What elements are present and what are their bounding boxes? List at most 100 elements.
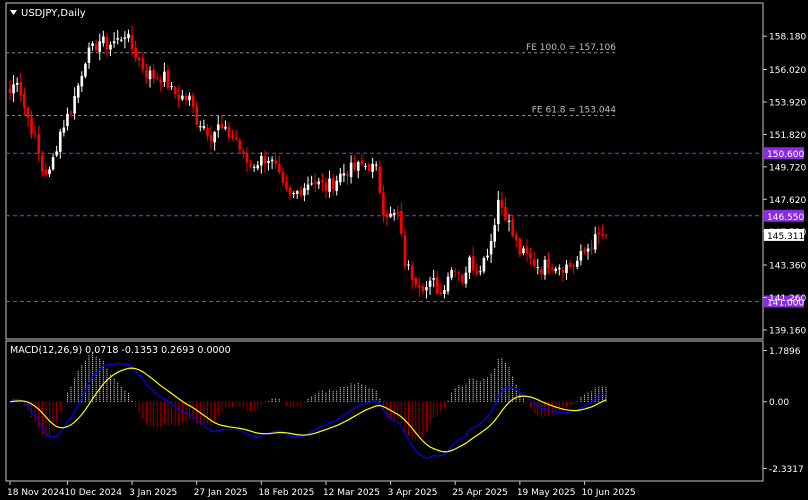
candle-body [321,179,324,183]
candle-body [461,275,464,283]
candle-body [267,161,270,164]
candle-body [152,69,155,79]
price-tick-label: 147.620 [769,196,806,206]
candle-body [137,57,141,60]
candle-body [15,82,19,85]
candle-body [163,71,166,82]
current-price-label: 145.311 [767,232,804,242]
candle-body [245,153,249,163]
candle-body [69,112,73,114]
candle-body [281,172,285,183]
candle-body [342,173,346,176]
trading-chart[interactable]: FE 100.0 = 157.106 FE 61.8 = 153.044 150.… [0,0,808,500]
candle-body [51,157,55,170]
candle-body [66,113,69,127]
time-tick-label: 27 Jan 2025 [194,488,248,498]
time-tick-label: 12 Mar 2025 [323,488,380,498]
candle-body [392,213,396,216]
time-tick-label: 18 Feb 2025 [258,488,314,498]
candle-body [339,173,342,183]
candle-body [242,151,245,154]
candle-body [317,181,321,185]
price-tick-label: 151.820 [769,131,806,141]
candle-body [601,233,604,236]
candle-body [105,37,109,50]
candle-body [396,212,400,214]
candle-body [252,166,256,168]
candle-body [166,70,170,89]
candle-body [84,63,87,77]
candle-body [231,135,234,139]
candle-body [80,75,84,87]
candle-body [489,241,493,255]
candle-body [356,161,360,171]
candle-body [335,180,339,192]
candle-body [213,132,216,143]
candle-body [364,166,367,168]
candle-body [202,126,206,129]
candle-body [565,264,568,274]
candle-body [184,95,188,100]
candle-body [493,225,496,242]
candle-body [55,151,58,156]
time-tick-label: 3 Apr 2025 [388,488,438,498]
candle-body [303,188,306,196]
candle-body [130,35,134,49]
price-tick-label: 143.360 [769,262,806,272]
candle-body [238,140,242,150]
candle-body [62,127,66,133]
candle-body [76,85,80,98]
candle-body [597,232,601,235]
candle-body [328,178,331,192]
price-tick-label: 153.920 [769,98,806,108]
candle-body [19,81,23,96]
candle-body [331,178,335,190]
level-price-label: 146.550 [767,213,804,223]
candle-body [141,58,145,70]
candle-body [410,265,414,280]
time-tick-label: 19 May 2025 [517,488,576,498]
candle-body [371,163,374,172]
candle-body [30,117,33,135]
candle-body [26,107,30,118]
candle-body [579,251,583,261]
candle [518,236,522,258]
candle-body [191,95,195,108]
candle-body [353,163,356,170]
candle-body [260,156,263,166]
candle-body [568,263,572,267]
symbol-title: USDJPY,Daily [21,8,86,19]
candle-body [500,200,504,208]
candle-body [468,257,471,273]
candle-body [299,190,303,196]
candle-body [593,234,597,250]
candle-body [148,70,152,80]
candle-body [403,235,407,267]
candle-body [450,269,453,278]
candle-body [181,95,184,100]
candle-body [216,124,220,131]
macd-title: MACD(12,26,9) 0.0718 -0.1353 0.2693 0.00… [10,345,231,356]
candle-body [249,164,252,167]
candle-body [102,36,105,44]
candle-body [475,270,479,274]
candle-body [159,80,163,83]
candle-body [44,169,48,175]
candle-body [220,124,224,129]
candle-body [23,93,26,108]
candle-body [349,162,353,177]
time-tick-label: 18 Nov 2024 [7,488,65,498]
price-tick-label: 139.160 [769,326,806,336]
candle-body [414,278,418,285]
candle-body [507,220,511,222]
candle-body [145,69,148,78]
candle-body [292,192,295,194]
candle-body [277,163,281,173]
candle-body [583,249,586,252]
candle-body [37,134,41,154]
candle-body [58,131,62,152]
candle-body [274,160,277,164]
candle-body [8,88,12,94]
price-tick-label: 158.180 [769,33,806,43]
fib-label: FE 100.0 = 157.106 [526,43,616,53]
